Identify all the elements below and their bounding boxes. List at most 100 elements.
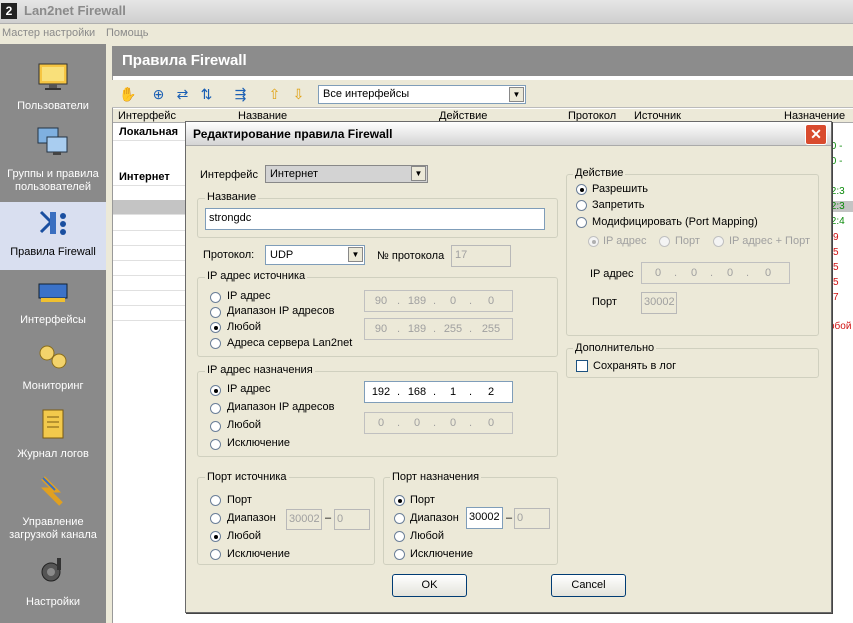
dst-port-range-label: Диапазон xyxy=(410,512,459,524)
sidebar-item-interfaces[interactable]: Интерфейсы xyxy=(0,270,106,338)
dst-ip-label: IP адрес xyxy=(227,383,271,395)
sidebar-item-settings[interactable]: Настройки xyxy=(0,550,106,618)
action-legend: Действие xyxy=(573,167,626,179)
edit-rule-icon[interactable]: ⇄ xyxy=(174,86,191,103)
menu-bar: Мастер настройки Помощь xyxy=(0,24,853,44)
table-row[interactable] xyxy=(113,276,188,291)
dst-ip-radio[interactable] xyxy=(210,385,221,396)
dst-port-from-input[interactable]: 30002 xyxy=(466,507,503,529)
dst-port-label: Порт xyxy=(410,494,435,506)
window-title: Lan2net Firewall xyxy=(24,3,126,18)
arrow-up-icon[interactable]: ⇧ xyxy=(266,86,283,103)
interface-select[interactable]: Интернет ▼ xyxy=(265,165,428,183)
mapping-port-radio[interactable] xyxy=(659,236,670,247)
dst-any-radio[interactable] xyxy=(210,421,221,432)
dst-range-label: Диапазон IP адресов xyxy=(227,401,335,413)
monitoring-icon xyxy=(39,345,67,369)
table-row[interactable] xyxy=(113,291,188,306)
chevron-down-icon: ▼ xyxy=(411,166,426,181)
menu-help[interactable]: Помощь xyxy=(106,27,149,39)
rule-name-input[interactable]: strongdc xyxy=(205,208,545,230)
dst-port-radio[interactable] xyxy=(394,495,405,506)
mapping-ip-port-radio[interactable] xyxy=(713,236,724,247)
dst-ip-start-input[interactable]: 192. 168. 1. 2 xyxy=(364,381,513,403)
action-deny-radio[interactable] xyxy=(576,200,587,211)
group-row-local[interactable]: Локальная xyxy=(113,126,188,141)
source-port-legend: Порт источника xyxy=(205,471,289,483)
mapping-port-field-label: Порт xyxy=(592,296,617,308)
dst-port-exclusion-radio[interactable] xyxy=(394,549,405,560)
src-ip-start-input[interactable]: 90. 189. 0. 0 xyxy=(364,290,513,312)
computers-icon xyxy=(37,127,68,155)
save-to-log-checkbox[interactable] xyxy=(576,360,588,372)
src-port-from-input[interactable]: 30002 xyxy=(286,509,322,530)
mapping-ip-input[interactable]: 0. 0. 0. 0 xyxy=(641,262,790,284)
dst-range-radio[interactable] xyxy=(210,403,221,414)
close-icon[interactable]: ✕ xyxy=(805,124,827,145)
src-server-label: Адреса сервера Lan2net xyxy=(227,337,353,349)
arrow-down-icon[interactable]: ⇩ xyxy=(290,86,307,103)
add-rule-icon[interactable]: ⊕ xyxy=(150,86,167,103)
row-fragment: 7 xyxy=(833,292,839,303)
src-any-label: Любой xyxy=(227,321,262,333)
table-row[interactable] xyxy=(113,200,188,215)
src-port-radio[interactable] xyxy=(210,495,221,506)
table-row[interactable] xyxy=(113,231,188,246)
sidebar-item-monitoring[interactable]: Мониторинг xyxy=(0,338,106,406)
sidebar-item-bandwidth[interactable]: Управление загрузкой канала xyxy=(0,474,106,550)
row-fragment: обой xyxy=(829,321,852,332)
src-port-any-radio[interactable] xyxy=(210,531,221,542)
src-range-label: Диапазон IP адресов xyxy=(227,305,335,317)
title-bar xyxy=(0,0,853,24)
mapping-port-input[interactable]: 30002 xyxy=(641,292,677,314)
chevron-down-icon: ▼ xyxy=(348,247,363,262)
interface-filter-select[interactable]: Все интерфейсы ▼ xyxy=(318,85,526,104)
mapping-ip-radio[interactable] xyxy=(588,236,599,247)
gear-icon xyxy=(41,558,61,582)
table-row[interactable] xyxy=(113,216,188,231)
src-ip-end-input[interactable]: 90. 189. 255. 255 xyxy=(364,318,513,340)
dst-ip-end-input[interactable]: 0. 0. 0. 0 xyxy=(364,412,513,434)
dst-exclusion-radio[interactable] xyxy=(210,439,221,450)
src-port-range-radio[interactable] xyxy=(210,513,221,524)
dst-port-any-label: Любой xyxy=(410,530,445,542)
protocol-number-input[interactable]: 17 xyxy=(451,245,511,267)
sidebar-item-firewall-rules[interactable]: Правила Firewall xyxy=(0,202,106,270)
mapping-ip-field-label: IP адрес xyxy=(590,268,634,280)
group-row-internet[interactable]: Интернет xyxy=(113,171,188,186)
sidebar-item-groups[interactable]: Группы и правила пользователей xyxy=(0,122,106,202)
src-range-radio[interactable] xyxy=(210,307,221,318)
src-server-radio[interactable] xyxy=(210,338,221,349)
protocol-select[interactable]: UDP ▼ xyxy=(265,245,365,265)
action-modify-radio[interactable] xyxy=(576,217,587,228)
dest-port-legend: Порт назначения xyxy=(390,471,482,483)
page-title: Правила Firewall xyxy=(112,46,853,76)
src-port-range-label: Диапазон xyxy=(227,512,276,524)
src-port-label: Порт xyxy=(227,494,252,506)
name-legend: Название xyxy=(205,191,259,203)
sidebar-item-users[interactable]: Пользователи xyxy=(0,54,106,122)
delete-rule-icon[interactable]: ⇅ xyxy=(198,86,215,103)
src-port-to-input[interactable]: 0 xyxy=(334,509,370,530)
dst-port-range-radio[interactable] xyxy=(394,513,405,524)
src-any-radio[interactable] xyxy=(210,322,221,333)
copy-rule-icon[interactable]: ⇶ xyxy=(232,86,249,103)
action-allow-radio[interactable] xyxy=(576,184,587,195)
table-row[interactable] xyxy=(113,246,188,261)
table-row[interactable] xyxy=(113,261,188,276)
dst-port-any-radio[interactable] xyxy=(394,531,405,542)
table-row[interactable] xyxy=(113,306,188,321)
ok-button[interactable]: OK xyxy=(392,574,467,597)
row-fragment: 5 xyxy=(833,277,839,288)
firewall-rules-icon xyxy=(39,210,66,235)
cancel-button[interactable]: Cancel xyxy=(551,574,626,597)
action-allow-label: Разрешить xyxy=(592,183,648,195)
dialog-title: Редактирование правила Firewall xyxy=(193,127,393,141)
src-ip-radio[interactable] xyxy=(210,292,221,303)
menu-wizard[interactable]: Мастер настройки xyxy=(2,27,95,39)
src-port-exclusion-radio[interactable] xyxy=(210,549,221,560)
col-interface[interactable]: Интерфейс xyxy=(118,110,176,122)
sidebar-item-log-journal[interactable]: Журнал логов xyxy=(0,406,106,474)
dst-port-to-input[interactable]: 0 xyxy=(514,508,550,529)
hand-icon[interactable]: ✋ xyxy=(119,86,136,103)
